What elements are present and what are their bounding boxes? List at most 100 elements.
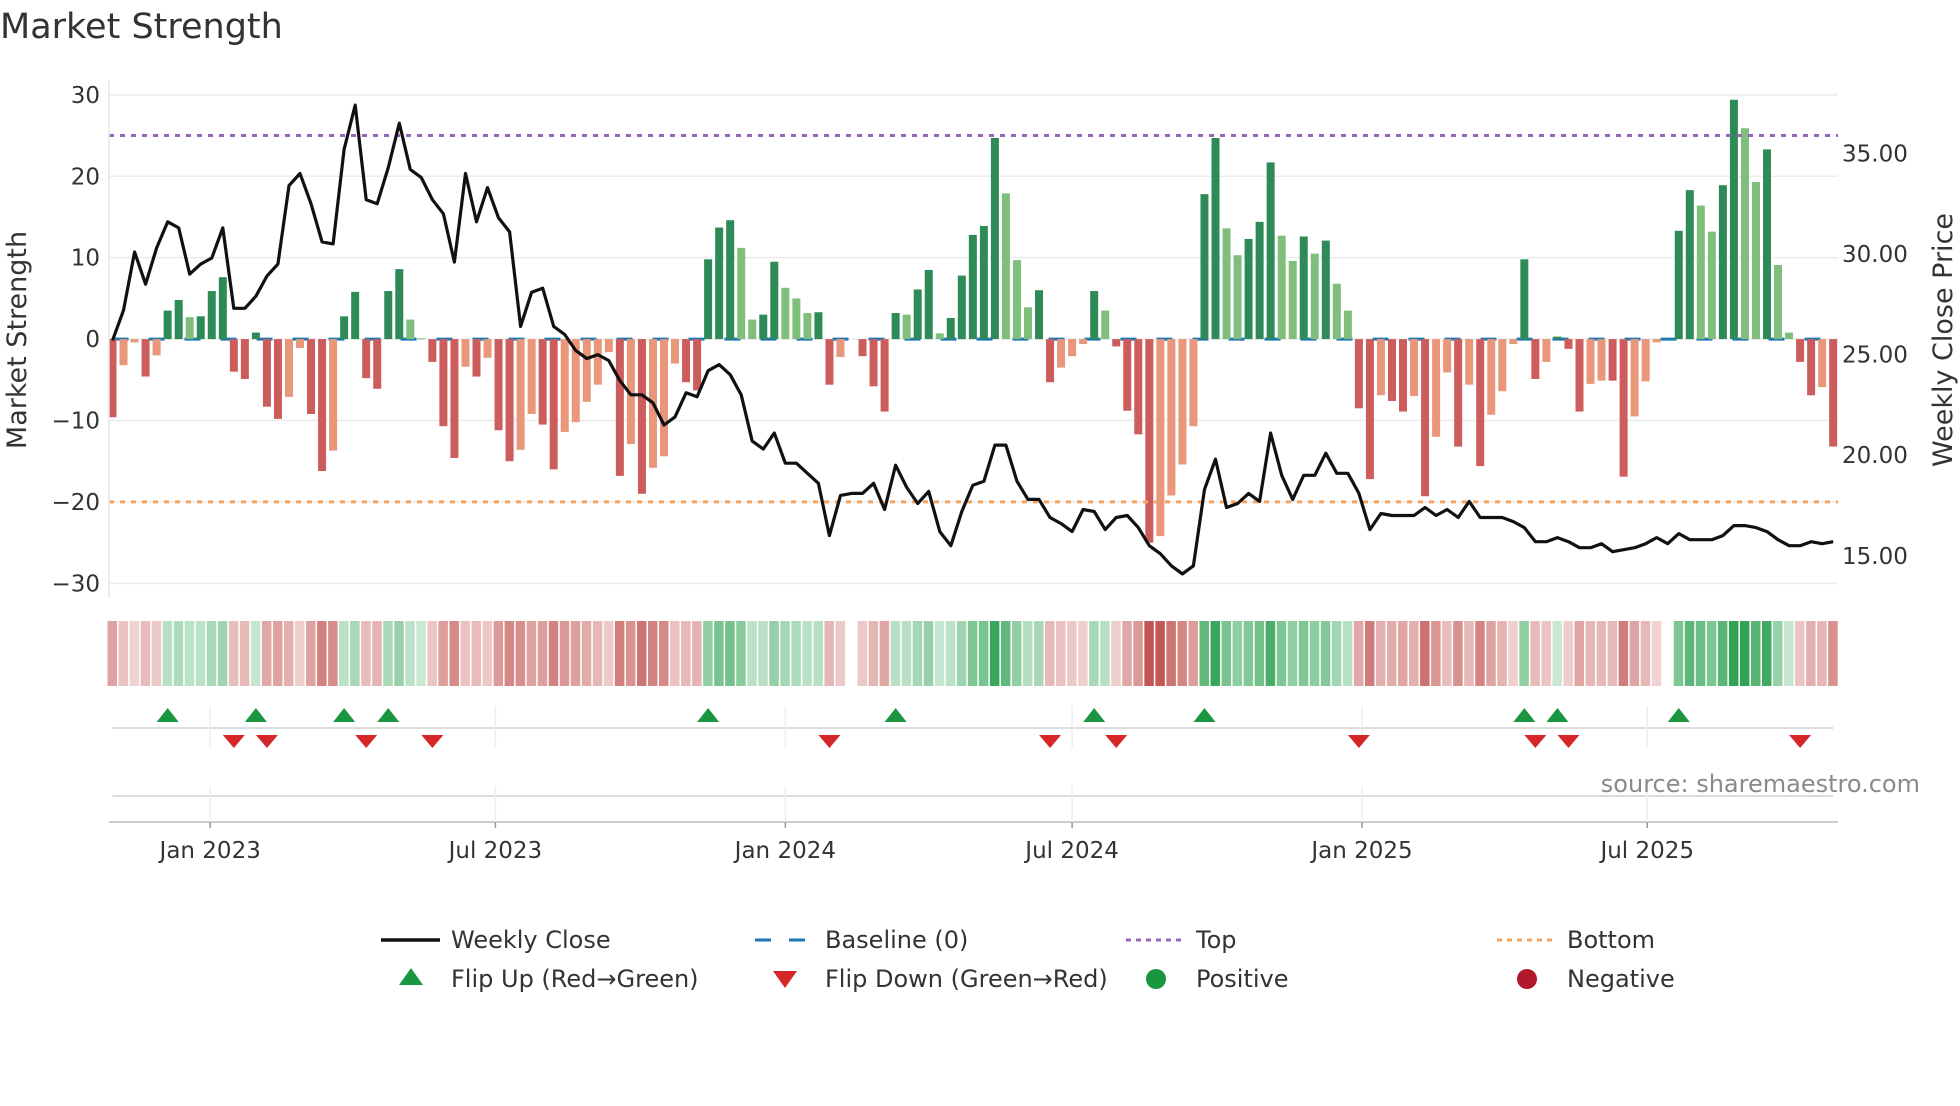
heat-cell: [1254, 621, 1265, 686]
heat-cell: [107, 621, 117, 686]
strength-bar: [781, 287, 790, 340]
heat-cell: [1078, 621, 1088, 686]
heat-cell: [239, 621, 250, 686]
strength-bar: [593, 339, 602, 385]
strength-bar: [935, 333, 944, 340]
y-tick-label: 0: [85, 327, 100, 353]
heat-cell: [471, 621, 481, 686]
strength-bar: [615, 339, 624, 476]
strength-bar: [395, 269, 404, 340]
heat-cell: [780, 621, 790, 686]
heat-cell: [1629, 621, 1640, 686]
strength-bar: [1443, 339, 1452, 373]
triangle-up-icon: [399, 968, 423, 985]
heat-cell: [1817, 621, 1827, 686]
heat-cell: [1133, 621, 1143, 686]
heat-cell: [559, 621, 570, 686]
strength-bar: [461, 339, 470, 367]
heat-cell: [1475, 621, 1485, 686]
heat-cell: [1022, 621, 1033, 686]
strength-bar: [1068, 339, 1077, 357]
heat-cell: [1519, 621, 1529, 686]
strength-bar: [1520, 259, 1529, 340]
heat-cell: [1673, 621, 1684, 686]
legend-label: Negative: [1567, 965, 1675, 993]
strength-bar: [1255, 221, 1264, 340]
heat-cell: [1762, 621, 1772, 686]
strength-bar: [384, 291, 393, 340]
heat-cell: [1828, 621, 1838, 686]
heat-cell: [1111, 621, 1121, 686]
y-tick-label: 30: [71, 83, 100, 109]
heat-cell: [1089, 621, 1099, 686]
heat-cell: [1166, 621, 1176, 686]
heat-cell: [603, 621, 614, 686]
heat-cell: [394, 621, 404, 686]
heat-cell: [581, 621, 592, 686]
flip-markers: Jan 2023 Jul 2023 Jan 2024 Jul 2024 Jan 2025…: [109, 706, 1838, 864]
strength-bar: [604, 339, 613, 353]
strength-bar: [637, 339, 646, 494]
heat-cell: [383, 621, 393, 686]
heat-cell: [328, 621, 338, 686]
strength-bar: [1189, 339, 1198, 427]
strength-bar: [1101, 310, 1110, 340]
strength-bar: [704, 259, 713, 340]
heat-cell: [1364, 621, 1375, 686]
strength-bar: [1288, 260, 1297, 340]
heat-cell: [978, 621, 989, 686]
strength-bar: [1509, 339, 1518, 344]
heat-cell: [361, 621, 371, 686]
y2-tick-label: 20.00: [1842, 443, 1908, 469]
strength-bar: [1321, 240, 1330, 340]
heat-cell: [1497, 621, 1507, 686]
strength-bar: [869, 339, 878, 387]
heat-cell: [206, 621, 217, 686]
strength-bar: [1751, 181, 1760, 340]
legend-label: Positive: [1196, 965, 1289, 993]
heat-cell: [217, 621, 228, 686]
heat-cell: [692, 621, 702, 686]
strength-bar: [251, 332, 260, 340]
strength-bar: [351, 291, 360, 340]
heat-cell: [1045, 621, 1055, 686]
strength-bar: [428, 339, 437, 362]
heat-cell: [184, 621, 195, 686]
strength-bar: [1476, 339, 1485, 467]
strength-bar: [1365, 339, 1374, 480]
heat-cell: [482, 621, 493, 686]
flip-down-marker: [355, 735, 378, 748]
y-axis-label: Market Strength: [2, 231, 33, 449]
strength-bar: [1200, 194, 1209, 340]
strength-bar: [505, 339, 514, 462]
heat-cell: [1320, 621, 1331, 686]
heat-cell: [140, 621, 151, 686]
heat-cell: [1695, 621, 1706, 686]
heat-cell: [813, 621, 823, 686]
strength-bar: [1310, 253, 1319, 340]
heat-cell: [427, 621, 437, 686]
heat-cell: [1309, 621, 1320, 686]
heat-cell: [989, 621, 1000, 686]
strength-bar: [1035, 290, 1044, 340]
strength-bar: [682, 339, 691, 383]
strength-bar: [1641, 339, 1650, 382]
strength-bar: [1432, 339, 1441, 437]
heat-cell: [769, 621, 779, 686]
heat-cell: [1453, 621, 1463, 686]
heat-strip: [107, 621, 1838, 686]
y2-tick-label: 35.00: [1842, 141, 1908, 167]
strength-bar: [957, 275, 966, 340]
heat-cell: [912, 621, 923, 686]
strength-bar: [836, 339, 845, 358]
flip-up-marker: [1546, 708, 1569, 722]
strength-bar: [1343, 310, 1352, 340]
heat-cell: [1398, 621, 1408, 686]
strength-bar: [538, 339, 547, 425]
strength-bar: [119, 339, 128, 366]
strength-bar: [1244, 238, 1253, 340]
strength-bar: [273, 339, 282, 419]
strength-bar: [318, 339, 327, 471]
heat-cell: [1287, 621, 1298, 686]
chart-title: Market Strength: [0, 7, 283, 47]
